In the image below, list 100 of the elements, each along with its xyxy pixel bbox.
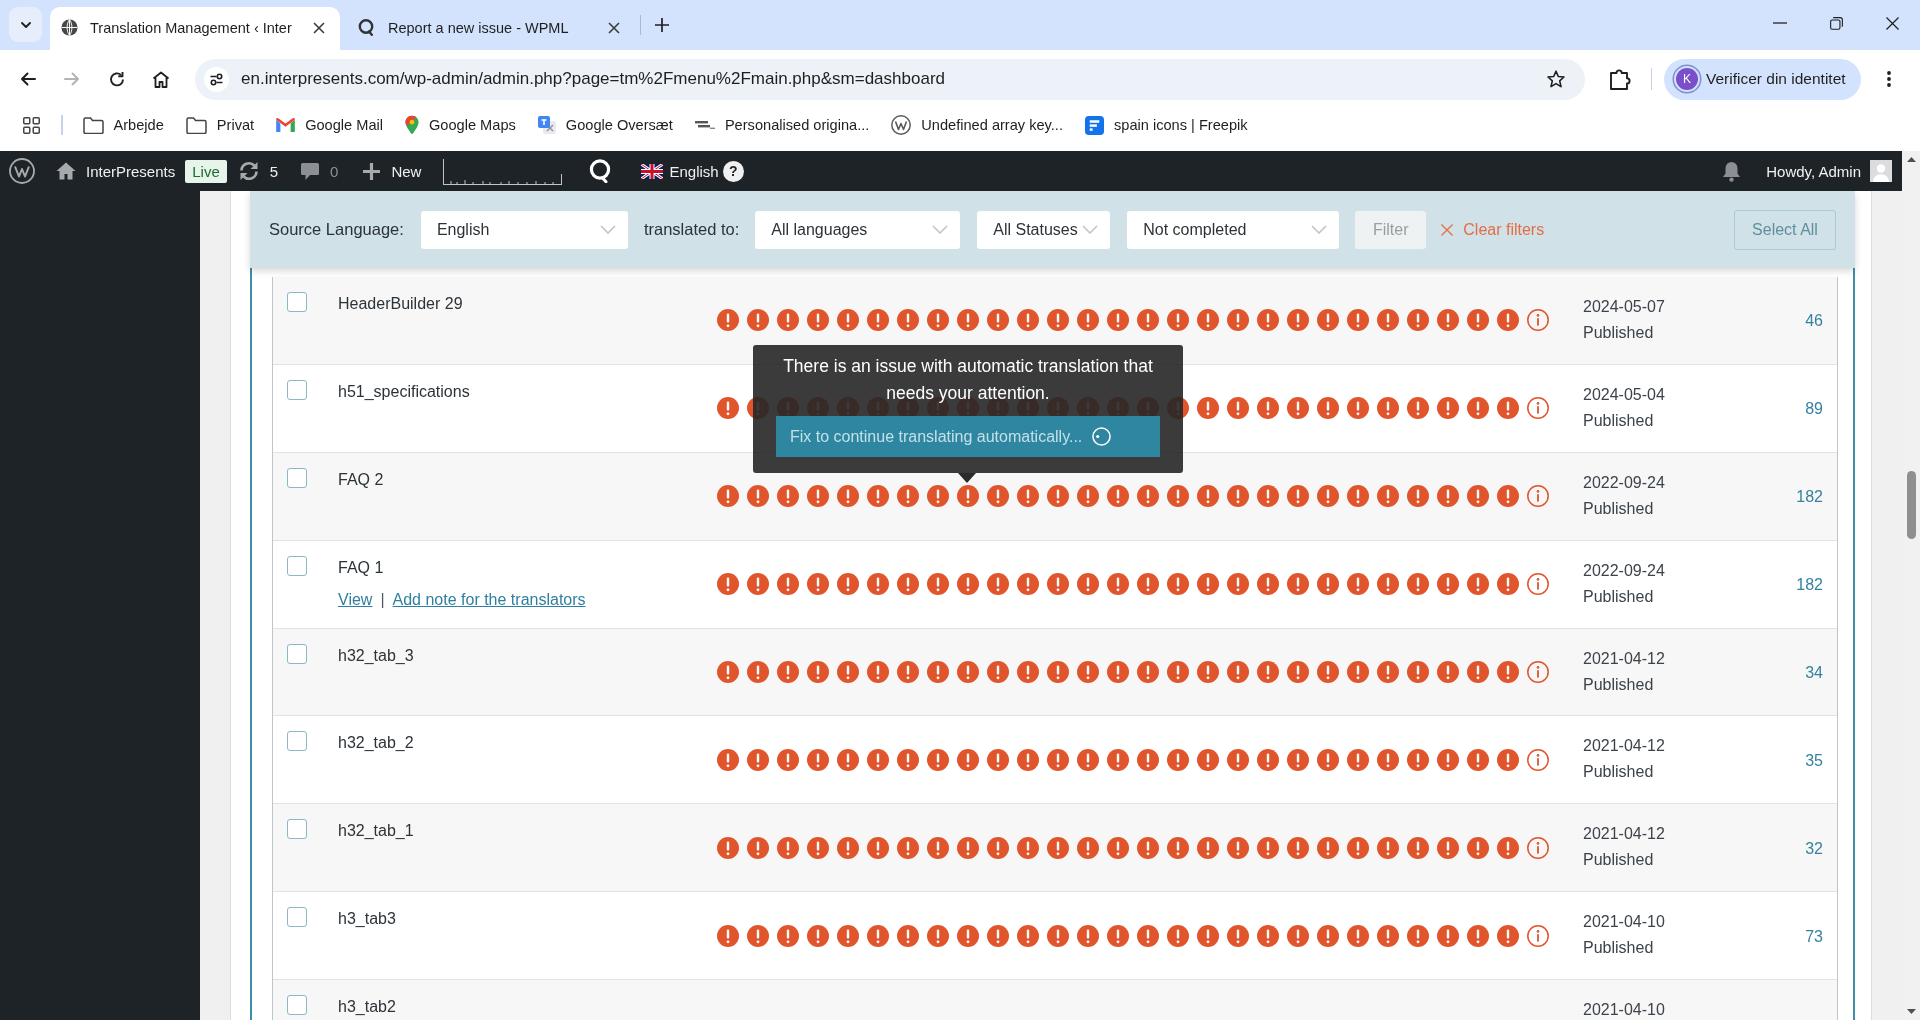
alert-icon[interactable] xyxy=(1137,485,1159,508)
new-content-link[interactable]: New xyxy=(363,162,422,180)
alert-icon[interactable] xyxy=(1317,661,1339,683)
alert-icon[interactable] xyxy=(1347,661,1369,683)
alert-icon[interactable] xyxy=(1437,924,1459,947)
alert-icon[interactable] xyxy=(1377,836,1399,859)
alert-icon[interactable] xyxy=(807,309,829,332)
alert-icon[interactable] xyxy=(897,661,919,683)
alert-icon[interactable] xyxy=(867,924,889,947)
alert-icon[interactable] xyxy=(957,485,979,508)
apps-grid-icon[interactable] xyxy=(23,116,40,134)
alert-icon[interactable] xyxy=(1407,485,1429,508)
help-icon[interactable]: ? xyxy=(722,160,744,182)
ring-hook-icon[interactable] xyxy=(589,159,613,183)
info-icon[interactable] xyxy=(1527,924,1549,947)
count-link[interactable]: 89 xyxy=(1805,400,1823,418)
scroll-up-icon[interactable] xyxy=(1906,157,1916,162)
alert-icon[interactable] xyxy=(1017,748,1039,771)
alert-icon[interactable] xyxy=(1227,573,1249,596)
alert-icon[interactable] xyxy=(1467,748,1489,771)
alert-icon[interactable] xyxy=(897,485,919,508)
alert-icon[interactable] xyxy=(717,485,739,508)
language-switcher[interactable]: English ? xyxy=(641,160,744,182)
row-checkbox[interactable] xyxy=(287,555,307,576)
alert-icon[interactable] xyxy=(717,397,739,420)
alert-icon[interactable] xyxy=(1317,485,1339,508)
alert-icon[interactable] xyxy=(1047,748,1069,771)
alert-icon[interactable] xyxy=(957,924,979,947)
alert-icon[interactable] xyxy=(1257,309,1279,332)
alert-icon[interactable] xyxy=(1047,309,1069,332)
alert-icon[interactable] xyxy=(747,309,769,332)
count-link[interactable]: 34 xyxy=(1805,664,1823,681)
alert-icon[interactable] xyxy=(1467,661,1489,683)
alert-icon[interactable] xyxy=(807,748,829,771)
alert-icon[interactable] xyxy=(1047,661,1069,683)
alert-icon[interactable] xyxy=(1167,661,1189,683)
browser-tab[interactable]: Translation Management ‹ Inter xyxy=(50,7,340,50)
alert-icon[interactable] xyxy=(1167,924,1189,947)
alert-icon[interactable] xyxy=(1467,397,1489,420)
alert-icon[interactable] xyxy=(897,836,919,859)
alert-icon[interactable] xyxy=(1137,924,1159,947)
alert-icon[interactable] xyxy=(1497,397,1519,420)
alert-icon[interactable] xyxy=(1377,748,1399,771)
alert-icon[interactable] xyxy=(1077,836,1099,859)
alert-icon[interactable] xyxy=(1317,836,1339,859)
alert-icon[interactable] xyxy=(957,836,979,859)
bookmark-folder[interactable]: Arbejde xyxy=(82,116,164,134)
alert-icon[interactable] xyxy=(867,573,889,596)
alert-icon[interactable] xyxy=(1497,661,1519,683)
w-circle-logo-icon[interactable] xyxy=(9,158,35,184)
alert-icon[interactable] xyxy=(1377,573,1399,596)
alert-icon[interactable] xyxy=(1347,748,1369,771)
alert-icon[interactable] xyxy=(747,573,769,596)
alert-icon[interactable] xyxy=(927,924,949,947)
alert-icon[interactable] xyxy=(897,573,919,596)
alert-icon[interactable] xyxy=(747,661,769,683)
alert-icon[interactable] xyxy=(1407,748,1429,771)
info-icon[interactable] xyxy=(1527,573,1549,596)
alert-icon[interactable] xyxy=(1137,661,1159,683)
alert-icon[interactable] xyxy=(1017,836,1039,859)
scroll-down-icon[interactable] xyxy=(1906,1009,1916,1014)
alert-icon[interactable] xyxy=(1497,748,1519,771)
alert-icon[interactable] xyxy=(1047,924,1069,947)
profile-button[interactable]: K Verificer din identitet xyxy=(1664,58,1861,100)
alert-icon[interactable] xyxy=(1137,309,1159,332)
alert-icon[interactable] xyxy=(1197,661,1219,683)
more-menu-icon[interactable] xyxy=(1886,71,1891,87)
alert-icon[interactable] xyxy=(807,924,829,947)
info-icon[interactable] xyxy=(1527,485,1549,508)
bookmark-link[interactable]: Google Oversæt xyxy=(537,116,673,134)
row-checkbox[interactable] xyxy=(287,467,307,488)
alert-icon[interactable] xyxy=(1497,836,1519,859)
row-action-link[interactable]: View xyxy=(338,588,373,611)
alert-icon[interactable] xyxy=(1017,309,1039,332)
scrollbar-thumb[interactable] xyxy=(1906,471,1916,539)
row-checkbox[interactable] xyxy=(287,995,307,1016)
alert-icon[interactable] xyxy=(1077,309,1099,332)
alert-icon[interactable] xyxy=(927,573,949,596)
alert-icon[interactable] xyxy=(927,661,949,683)
alert-icon[interactable] xyxy=(927,748,949,771)
alert-icon[interactable] xyxy=(1347,573,1369,596)
alert-icon[interactable] xyxy=(987,309,1009,332)
alert-icon[interactable] xyxy=(1167,309,1189,332)
bookmark-link[interactable]: Google Mail xyxy=(276,117,383,133)
alert-icon[interactable] xyxy=(1197,748,1219,771)
tab-search-button[interactable] xyxy=(9,7,42,42)
alert-icon[interactable] xyxy=(1107,573,1129,596)
alert-icon[interactable] xyxy=(1197,924,1219,947)
alert-icon[interactable] xyxy=(1197,397,1219,420)
alert-icon[interactable] xyxy=(807,661,829,683)
alert-icon[interactable] xyxy=(1467,309,1489,332)
alert-icon[interactable] xyxy=(1287,836,1309,859)
count-link[interactable]: 35 xyxy=(1805,751,1823,769)
alert-icon[interactable] xyxy=(1467,573,1489,596)
puzzle-icon[interactable] xyxy=(1609,68,1631,90)
alert-icon[interactable] xyxy=(777,485,799,508)
alert-icon[interactable] xyxy=(1017,485,1039,508)
alert-icon[interactable] xyxy=(1017,661,1039,683)
target-language-select[interactable]: All languages xyxy=(755,210,961,249)
alert-icon[interactable] xyxy=(1317,924,1339,947)
